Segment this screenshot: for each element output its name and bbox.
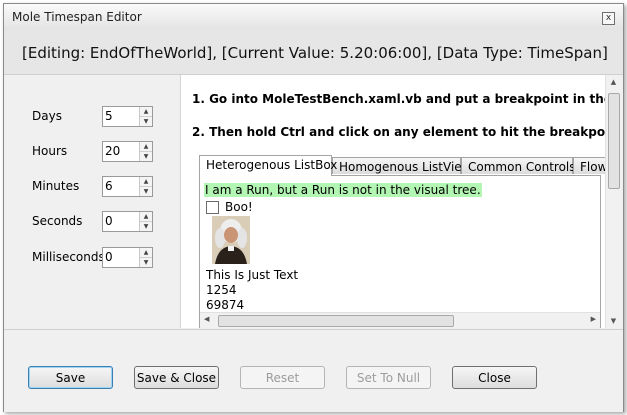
seconds-up-icon[interactable]: ▲ <box>140 212 152 222</box>
save-close-button[interactable]: Save & Close <box>134 366 219 389</box>
milliseconds-up-icon[interactable]: ▲ <box>140 248 152 258</box>
tab-homogenous-listview[interactable]: Homogenous ListView <box>332 157 471 174</box>
window-close-button[interactable]: x <box>602 12 615 25</box>
portrait-image[interactable] <box>212 216 250 264</box>
tab-strip: Heterogenous ListBox Homogenous ListView… <box>199 155 613 176</box>
minutes-value[interactable]: 6 <box>105 179 113 193</box>
days-label: Days <box>32 109 62 123</box>
hours-value[interactable]: 20 <box>105 144 120 158</box>
run-text-item[interactable]: I am a Run, but a Run is not in the visu… <box>204 183 482 197</box>
days-value[interactable]: 5 <box>105 109 113 123</box>
instruction-line-2: 2. Then hold Ctrl and click on any eleme… <box>192 125 621 139</box>
milliseconds-value[interactable]: 0 <box>105 250 113 264</box>
editing-header: [Editing: EndOfTheWorld], [Current Value… <box>4 30 623 75</box>
instruction-line-1: 1. Go into MoleTestBench.xaml.vb and put… <box>192 92 621 106</box>
horizontal-scroll-thumb[interactable] <box>218 315 454 327</box>
vertical-scrollbar[interactable]: ▲ ▼ <box>605 75 621 328</box>
milliseconds-label: Milliseconds <box>32 250 105 264</box>
test-bench-panel: 1. Go into MoleTestBench.xaml.vb and put… <box>180 75 621 328</box>
list-item-text[interactable]: This Is Just Text <box>206 268 298 282</box>
tab-heterogenous-listbox[interactable]: Heterogenous ListBox <box>199 155 337 176</box>
seconds-down-icon[interactable]: ▼ <box>140 222 152 231</box>
timespan-editor-window: Mole Timespan Editor x [Editing: EndOfTh… <box>3 3 624 412</box>
list-item-number[interactable]: 69874 <box>206 298 244 312</box>
set-to-null-button[interactable]: Set To Null <box>346 366 431 389</box>
boo-checkbox-label[interactable]: Boo! <box>225 200 253 214</box>
editing-header-text: [Editing: EndOfTheWorld], [Current Value… <box>22 44 608 62</box>
scroll-left-icon[interactable]: ◀ <box>204 315 209 323</box>
seconds-label: Seconds <box>32 214 83 228</box>
save-button[interactable]: Save <box>28 366 113 389</box>
window-title: Mole Timespan Editor <box>12 10 142 24</box>
minutes-label: Minutes <box>32 179 80 193</box>
seconds-spinner[interactable]: 0 ▲ ▼ <box>102 211 153 232</box>
milliseconds-spinner[interactable]: 0 ▲ ▼ <box>102 247 153 268</box>
listbox-horizontal-scrollbar[interactable]: ◀ ▶ <box>200 312 600 328</box>
heterogenous-listbox[interactable]: I am a Run, but a Run is not in the visu… <box>199 175 601 328</box>
milliseconds-down-icon[interactable]: ▼ <box>140 258 152 267</box>
hours-down-icon[interactable]: ▼ <box>140 152 152 161</box>
tab-common-controls[interactable]: Common Controls <box>461 157 576 174</box>
scroll-up-icon[interactable]: ▲ <box>606 78 621 86</box>
list-item-number[interactable]: 1254 <box>206 283 237 297</box>
reset-button[interactable]: Reset <box>240 366 325 389</box>
days-up-icon[interactable]: ▲ <box>140 107 152 117</box>
vertical-scroll-thumb[interactable] <box>608 93 620 189</box>
boo-checkbox[interactable] <box>206 201 219 214</box>
days-down-icon[interactable]: ▼ <box>140 117 152 126</box>
hours-spinner[interactable]: 20 ▲ ▼ <box>102 141 153 162</box>
scroll-down-icon[interactable]: ▼ <box>606 317 621 325</box>
button-bar: Save Save & Close Reset Set To Null Clos… <box>4 329 623 412</box>
seconds-value[interactable]: 0 <box>105 214 113 228</box>
minutes-spinner[interactable]: 6 ▲ ▼ <box>102 176 153 197</box>
minutes-down-icon[interactable]: ▼ <box>140 187 152 196</box>
title-bar: Mole Timespan Editor x <box>4 4 623 31</box>
days-spinner[interactable]: 5 ▲ ▼ <box>102 106 153 127</box>
timespan-fields-panel: Days 5 ▲ ▼ Hours 20 ▲ ▼ Minutes 6 ▲ ▼ Secon… <box>4 75 180 328</box>
hours-up-icon[interactable]: ▲ <box>140 142 152 152</box>
minutes-up-icon[interactable]: ▲ <box>140 177 152 187</box>
close-button[interactable]: Close <box>452 366 537 389</box>
hours-label: Hours <box>32 144 68 158</box>
scroll-right-icon[interactable]: ▶ <box>591 315 596 323</box>
